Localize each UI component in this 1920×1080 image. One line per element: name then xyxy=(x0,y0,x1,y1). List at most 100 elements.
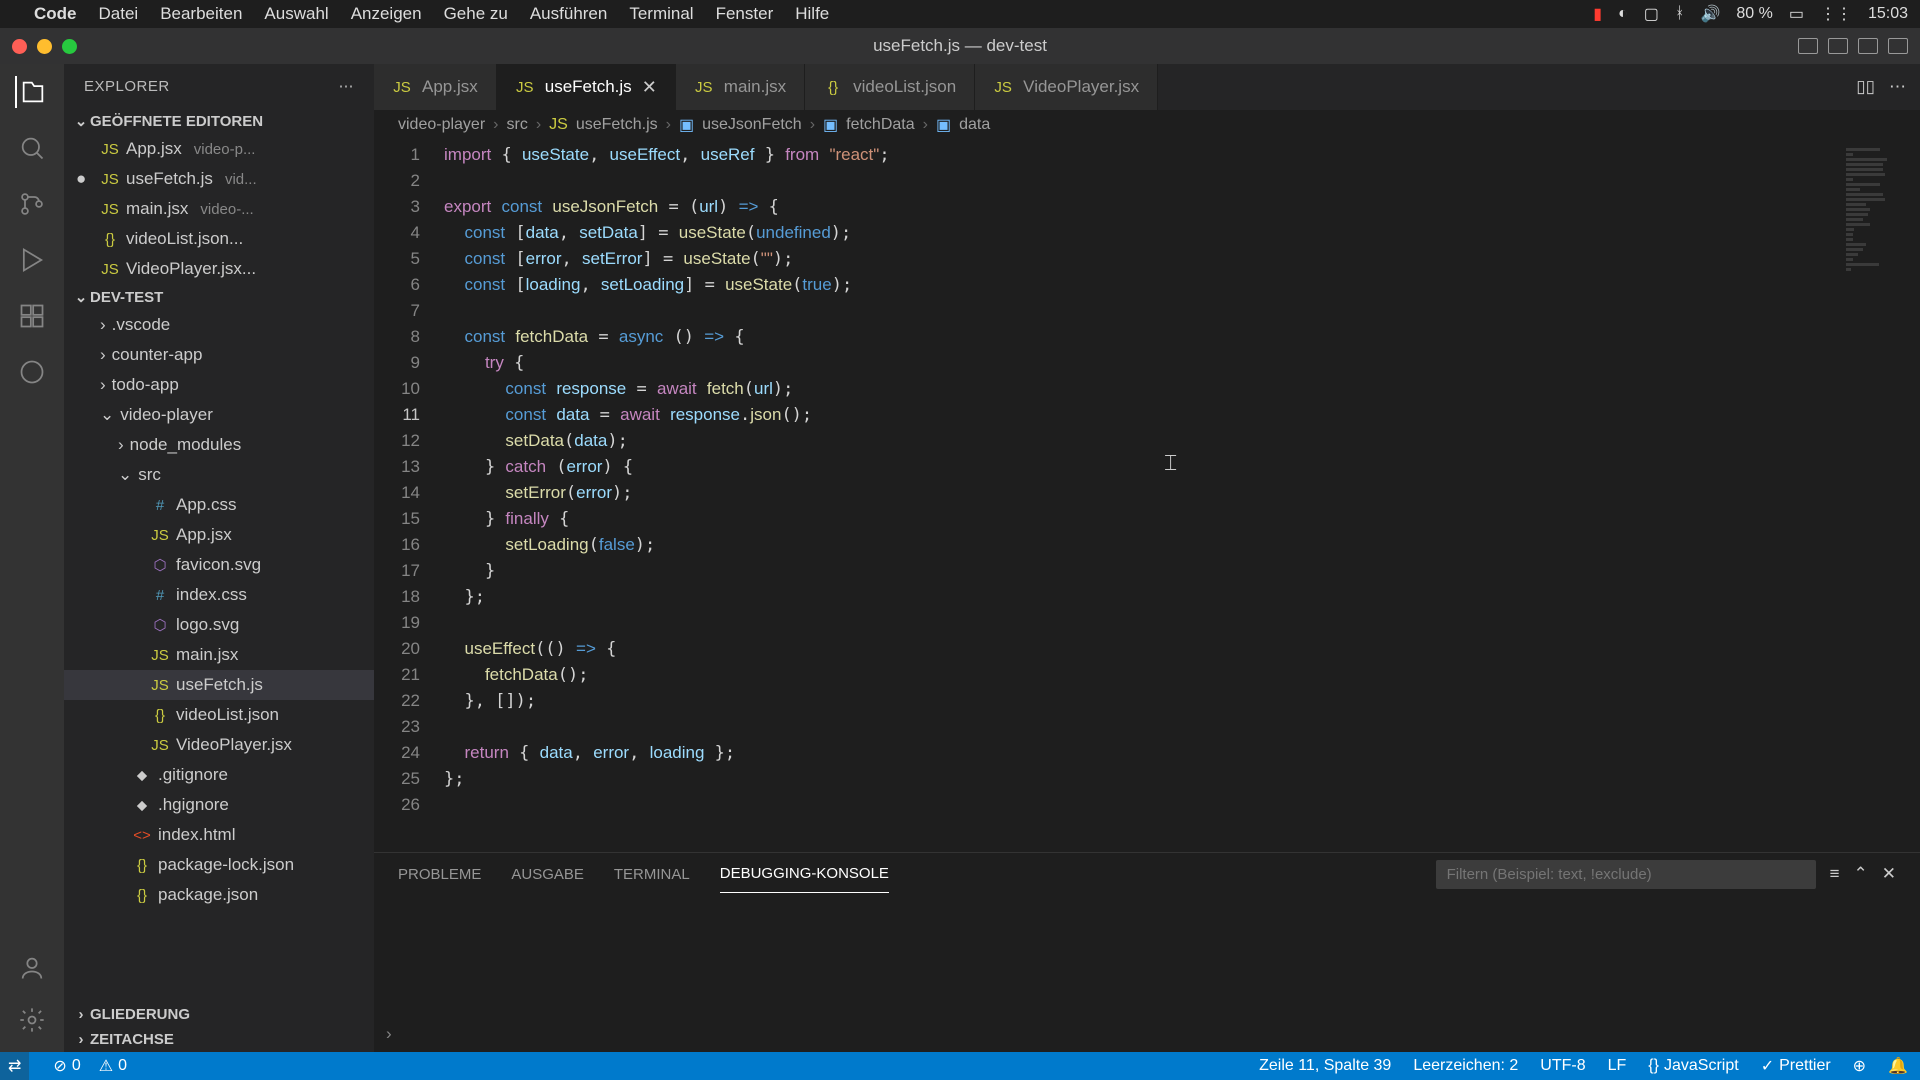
folder-item[interactable]: ›counter-app xyxy=(64,340,374,370)
account-activity-icon[interactable] xyxy=(16,952,48,984)
close-panel-icon[interactable]: ✕ xyxy=(1882,864,1896,884)
breadcrumb-item[interactable]: data xyxy=(959,116,990,134)
open-editors-section[interactable]: ⌄ GEÖFFNETE EDITOREN xyxy=(64,108,374,134)
file-item[interactable]: JSVideoPlayer.jsx xyxy=(64,730,374,760)
spotlight-icon[interactable]: ◐ xyxy=(1618,5,1628,23)
file-item[interactable]: JSuseFetch.js xyxy=(64,670,374,700)
source-control-activity-icon[interactable] xyxy=(16,188,48,220)
file-item[interactable]: ⬥.gitignore xyxy=(64,760,374,790)
clock[interactable]: 15:03 xyxy=(1868,5,1908,23)
layout-panel-icon[interactable] xyxy=(1828,38,1848,54)
layout-sidebar-icon[interactable] xyxy=(1798,38,1818,54)
folder-item[interactable]: ›.vscode xyxy=(64,310,374,340)
wifi-icon[interactable]: ⋮⋮ xyxy=(1820,4,1852,24)
search-activity-icon[interactable] xyxy=(16,132,48,164)
folder-item[interactable]: ⌄src xyxy=(64,460,374,490)
close-window-button[interactable] xyxy=(12,39,27,54)
menu-window[interactable]: Fenster xyxy=(716,4,774,24)
folder-item[interactable]: ›todo-app xyxy=(64,370,374,400)
close-tab-icon[interactable]: ✕ xyxy=(642,77,657,98)
more-tab-actions-icon[interactable]: ⋯ xyxy=(1889,77,1906,97)
menu-file[interactable]: Datei xyxy=(99,4,139,24)
open-editor-item[interactable]: ✕{}videoList.json... xyxy=(64,224,374,254)
breadcrumb-item[interactable]: useFetch.js xyxy=(576,116,658,134)
breadcrumb-item[interactable]: src xyxy=(506,116,527,134)
filter-settings-icon[interactable]: ≡ xyxy=(1830,864,1840,884)
file-item[interactable]: ⬥.hgignore xyxy=(64,790,374,820)
breadcrumb-item[interactable]: fetchData xyxy=(846,116,914,134)
close-editor-icon[interactable]: ● xyxy=(76,169,94,189)
file-item[interactable]: {}package.json xyxy=(64,880,374,910)
open-editor-item[interactable]: ●JSuseFetch.jsvid... xyxy=(64,164,374,194)
open-editor-item[interactable]: ✕JSmain.jsxvideo-... xyxy=(64,194,374,224)
panel-tab-terminal[interactable]: TERMINAL xyxy=(614,856,690,893)
volume-icon[interactable]: 🔊 xyxy=(1700,4,1720,24)
language-mode[interactable]: {}JavaScript xyxy=(1648,1057,1738,1075)
bluetooth-icon[interactable]: ᚼ xyxy=(1675,5,1685,23)
editor-tab[interactable]: JSVideoPlayer.jsx xyxy=(975,64,1158,110)
minimize-window-button[interactable] xyxy=(37,39,52,54)
indentation[interactable]: Leerzeichen: 2 xyxy=(1413,1057,1518,1075)
layout-customize-icon[interactable] xyxy=(1888,38,1908,54)
prettier-status[interactable]: ✓Prettier xyxy=(1761,1056,1831,1076)
explorer-activity-icon[interactable] xyxy=(15,76,47,108)
project-section[interactable]: ⌄ DEV-TEST xyxy=(64,284,374,310)
file-item[interactable]: JSApp.jsx xyxy=(64,520,374,550)
menu-terminal[interactable]: Terminal xyxy=(629,4,693,24)
menu-help[interactable]: Hilfe xyxy=(795,4,829,24)
panel-tab-problems[interactable]: PROBLEME xyxy=(398,856,481,893)
warning-count[interactable]: ⚠0 xyxy=(99,1056,127,1076)
menu-view[interactable]: Anzeigen xyxy=(351,4,422,24)
zoom-window-button[interactable] xyxy=(62,39,77,54)
extensions-activity-icon[interactable] xyxy=(16,300,48,332)
menu-go[interactable]: Gehe zu xyxy=(444,4,508,24)
open-editor-item[interactable]: ✕JSApp.jsxvideo-p... xyxy=(64,134,374,164)
display-icon[interactable]: ▢ xyxy=(1644,4,1659,24)
code-editor[interactable]: 1234567891011121314151617181920212223242… xyxy=(374,140,1920,852)
breadcrumb-item[interactable]: video-player xyxy=(398,116,485,134)
editor-tab[interactable]: JSmain.jsx xyxy=(676,64,805,110)
remote-activity-icon[interactable] xyxy=(16,356,48,388)
file-item[interactable]: {}videoList.json xyxy=(64,700,374,730)
eol[interactable]: LF xyxy=(1608,1057,1627,1075)
layout-sidebar-right-icon[interactable] xyxy=(1858,38,1878,54)
menu-run[interactable]: Ausführen xyxy=(530,4,608,24)
split-editor-icon[interactable]: ▯▯ xyxy=(1856,77,1875,97)
outline-section[interactable]: › GLIEDERUNG xyxy=(64,1002,374,1027)
folder-item[interactable]: ›node_modules xyxy=(64,430,374,460)
filter-input[interactable] xyxy=(1436,860,1816,889)
settings-activity-icon[interactable] xyxy=(16,1004,48,1036)
file-item[interactable]: JSmain.jsx xyxy=(64,640,374,670)
editor-tab[interactable]: JSuseFetch.js✕ xyxy=(497,64,676,110)
cursor-position[interactable]: Zeile 11, Spalte 39 xyxy=(1259,1057,1391,1075)
panel-tab-debug-console[interactable]: DEBUGGING-KONSOLE xyxy=(720,855,889,893)
open-editor-item[interactable]: ✕JSVideoPlayer.jsx... xyxy=(64,254,374,284)
file-item[interactable]: <>index.html xyxy=(64,820,374,850)
explorer-more-icon[interactable]: ⋯ xyxy=(339,77,355,95)
error-count[interactable]: ⊘0 xyxy=(53,1056,80,1076)
file-item[interactable]: #index.css xyxy=(64,580,374,610)
menu-edit[interactable]: Bearbeiten xyxy=(160,4,242,24)
breadcrumb[interactable]: video-player› src› JSuseFetch.js› ▣useJs… xyxy=(374,110,1920,140)
collapse-panel-icon[interactable]: ⌃ xyxy=(1854,864,1868,884)
run-debug-activity-icon[interactable] xyxy=(16,244,48,276)
panel-tab-output[interactable]: AUSGABE xyxy=(511,856,584,893)
file-item[interactable]: ⬡favicon.svg xyxy=(64,550,374,580)
editor-tab[interactable]: {}videoList.json xyxy=(805,64,975,110)
breadcrumb-item[interactable]: useJsonFetch xyxy=(702,116,802,134)
code-content[interactable]: import { useState, useEffect, useRef } f… xyxy=(444,140,1840,852)
editor-tab[interactable]: JSApp.jsx xyxy=(374,64,497,110)
feedback-icon[interactable]: ⊕ xyxy=(1853,1056,1866,1076)
file-item[interactable]: #App.css xyxy=(64,490,374,520)
timeline-section[interactable]: › ZEITACHSE xyxy=(64,1027,374,1052)
file-item[interactable]: ⬡logo.svg xyxy=(64,610,374,640)
folder-item[interactable]: ⌄video-player xyxy=(64,400,374,430)
file-icon: JS xyxy=(100,201,120,218)
app-name[interactable]: Code xyxy=(34,4,77,24)
encoding[interactable]: UTF-8 xyxy=(1540,1057,1585,1075)
file-item[interactable]: {}package-lock.json xyxy=(64,850,374,880)
remote-indicator[interactable]: ⇄ xyxy=(0,1052,29,1080)
minimap[interactable] xyxy=(1840,140,1920,852)
menu-selection[interactable]: Auswahl xyxy=(264,4,328,24)
bell-icon[interactable]: 🔔 xyxy=(1888,1056,1908,1076)
